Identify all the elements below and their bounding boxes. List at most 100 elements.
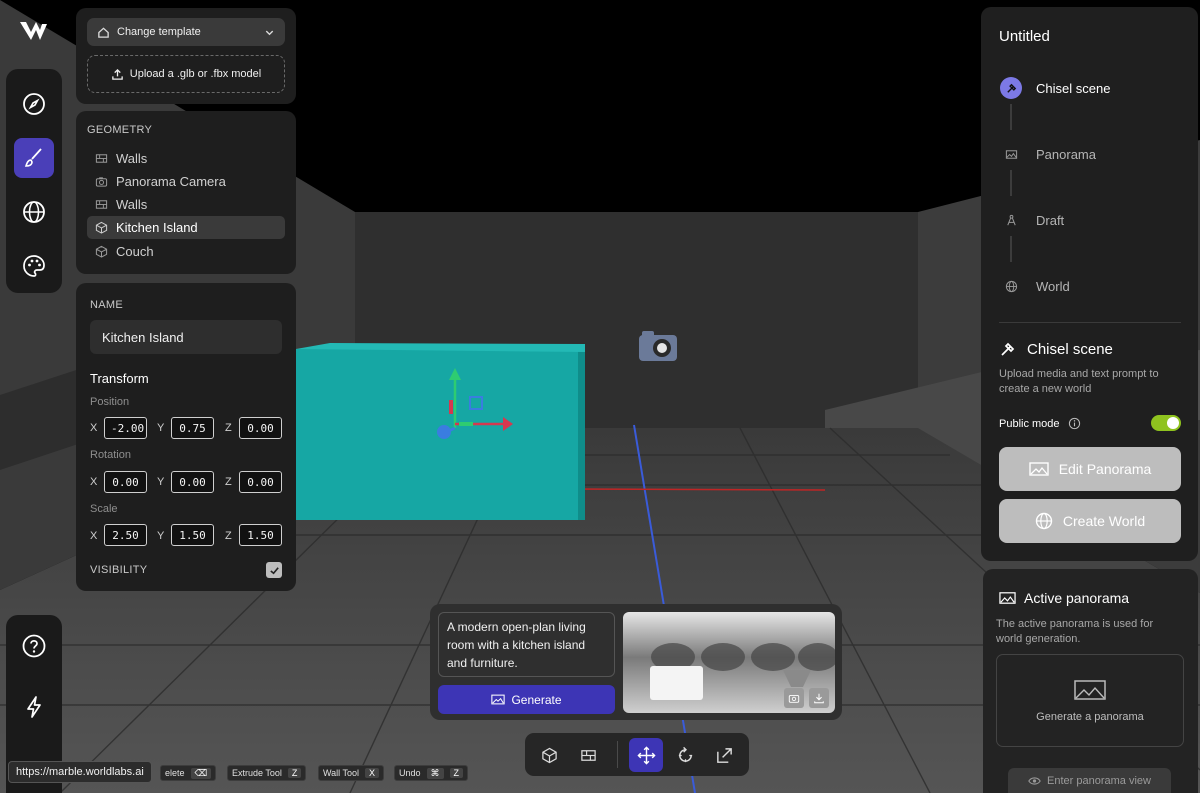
geometry-item-panorama-camera[interactable]: Panorama Camera [87, 170, 285, 193]
edit-panorama-button[interactable]: Edit Panorama [999, 447, 1181, 491]
step-label: Panorama [1036, 146, 1096, 162]
step-connector [1010, 170, 1012, 196]
step-panorama[interactable]: Panorama [1000, 143, 1096, 165]
step-draft[interactable]: Draft [1000, 209, 1064, 231]
rotate-tool-icon[interactable] [668, 738, 702, 772]
compass-icon[interactable] [14, 84, 54, 124]
left-rail-top [6, 69, 62, 293]
object-name-field[interactable]: Kitchen Island [90, 320, 282, 354]
shortcut-key: ⌘ [426, 767, 444, 779]
palette-icon[interactable] [14, 246, 54, 286]
worldlabs-logo-icon[interactable] [18, 18, 48, 46]
change-template-dropdown[interactable]: Change template [87, 18, 285, 46]
panorama-preview-thumbnail[interactable] [623, 612, 835, 713]
wall-tool-icon[interactable] [571, 738, 605, 772]
section-title: Chisel scene [1027, 340, 1113, 358]
kitchen-island-object[interactable] [296, 343, 585, 520]
panorama-camera-object[interactable] [639, 331, 677, 361]
step-label: Draft [1036, 212, 1065, 228]
create-world-label: Create World [1062, 513, 1146, 529]
shortcut-key: Z [449, 768, 464, 778]
chisel-icon [1000, 77, 1022, 99]
geometry-item-label: Kitchen Island [116, 220, 198, 235]
step-label: World [1036, 278, 1070, 294]
globe-icon[interactable] [14, 192, 54, 232]
upload-icon [111, 68, 123, 80]
cube-tool-icon[interactable] [532, 738, 566, 772]
public-mode-label: Public mode [999, 417, 1060, 430]
project-title[interactable]: Untitled [999, 28, 1050, 45]
change-template-label: Change template [117, 26, 201, 38]
lightning-icon[interactable] [14, 687, 54, 727]
cube-icon [95, 245, 108, 258]
shortcut-key: ⌫ [190, 767, 212, 779]
check-icon [269, 566, 279, 574]
axis-x-label: X [90, 476, 98, 488]
generate-label: Generate [511, 692, 562, 707]
move-tool-icon[interactable] [629, 738, 663, 772]
enter-panorama-view-button[interactable]: Enter panorama view [1008, 768, 1171, 793]
wall-icon [95, 200, 108, 209]
toolbar-divider [617, 741, 618, 768]
active-panorama-title: Active panorama [1024, 590, 1130, 606]
scale-tool-icon[interactable] [707, 738, 741, 772]
compass-draft-icon [1000, 209, 1022, 231]
shortcut-label: Undo [399, 768, 421, 778]
upload-model-button[interactable]: Upload a .glb or .fbx model [87, 55, 285, 93]
scale-x-input[interactable]: 2.50 [104, 524, 147, 546]
prompt-textarea[interactable]: A modern open-plan living room with a ki… [438, 612, 615, 677]
axis-y-label: Y [157, 476, 165, 488]
create-world-button[interactable]: Create World [999, 499, 1181, 543]
scale-z-input[interactable]: 1.50 [239, 524, 282, 546]
generate-panorama-label: Generate a panorama [1036, 710, 1144, 723]
position-z-input[interactable]: 0.00 [239, 417, 282, 439]
wall-icon [95, 154, 108, 163]
info-icon[interactable] [1068, 417, 1081, 430]
rotation-y-input[interactable]: 0.00 [171, 471, 214, 493]
eye-icon [1028, 776, 1041, 785]
chevron-down-icon [265, 30, 274, 35]
help-icon[interactable] [14, 626, 54, 666]
step-connector [1010, 236, 1012, 262]
geometry-item-walls[interactable]: Walls [87, 147, 285, 170]
active-panorama-desc: The active panorama is used for world ge… [996, 618, 1154, 645]
geometry-item-kitchen-island[interactable]: Kitchen Island [87, 216, 285, 239]
scale-label: Scale [90, 503, 118, 515]
geometry-item-couch[interactable]: Couch [87, 240, 285, 263]
position-label: Position [90, 396, 130, 408]
geometry-item-walls[interactable]: Walls [87, 193, 285, 216]
rotation-label: Rotation [90, 449, 131, 461]
section-divider [999, 322, 1181, 323]
geometry-item-label: Panorama Camera [116, 174, 226, 189]
rotation-z-input[interactable]: 0.00 [239, 471, 282, 493]
position-y-input[interactable]: 0.75 [171, 417, 214, 439]
globe-icon [1000, 275, 1022, 297]
panorama-icon [1000, 143, 1022, 165]
axis-z-label: Z [225, 476, 232, 488]
public-mode-toggle[interactable] [1151, 415, 1181, 431]
upload-label: Upload a .glb or .fbx model [129, 68, 262, 80]
visibility-checkbox[interactable] [266, 562, 282, 578]
axis-x-label: X [90, 422, 98, 434]
status-url-tooltip: https://marble.worldlabs.ai [8, 761, 152, 783]
axis-z-label: Z [225, 530, 232, 542]
panorama-icon [1074, 679, 1106, 700]
camera-icon[interactable] [784, 688, 804, 708]
section-description: Upload media and text prompt to create a… [999, 368, 1159, 395]
shortcut-key: Z [287, 768, 302, 778]
generate-button[interactable]: Generate [438, 685, 615, 714]
brush-icon[interactable] [14, 138, 54, 178]
step-chisel-scene[interactable]: Chisel scene [1000, 77, 1110, 99]
step-world[interactable]: World [1000, 275, 1070, 297]
shortcut-extrude-tool: Extrude Tool Z [227, 765, 307, 781]
scale-y-input[interactable]: 1.50 [171, 524, 214, 546]
download-icon[interactable] [809, 688, 829, 708]
generate-panorama-card[interactable]: Generate a panorama [996, 654, 1184, 747]
rotation-x-input[interactable]: 0.00 [104, 471, 147, 493]
chisel-icon [1001, 342, 1015, 356]
enter-panorama-view-label: Enter panorama view [1047, 774, 1151, 787]
geometry-item-label: Walls [116, 197, 148, 212]
axis-z-label: Z [225, 422, 232, 434]
shortcut-label: elete [165, 768, 185, 778]
position-x-input[interactable]: -2.00 [104, 417, 147, 439]
